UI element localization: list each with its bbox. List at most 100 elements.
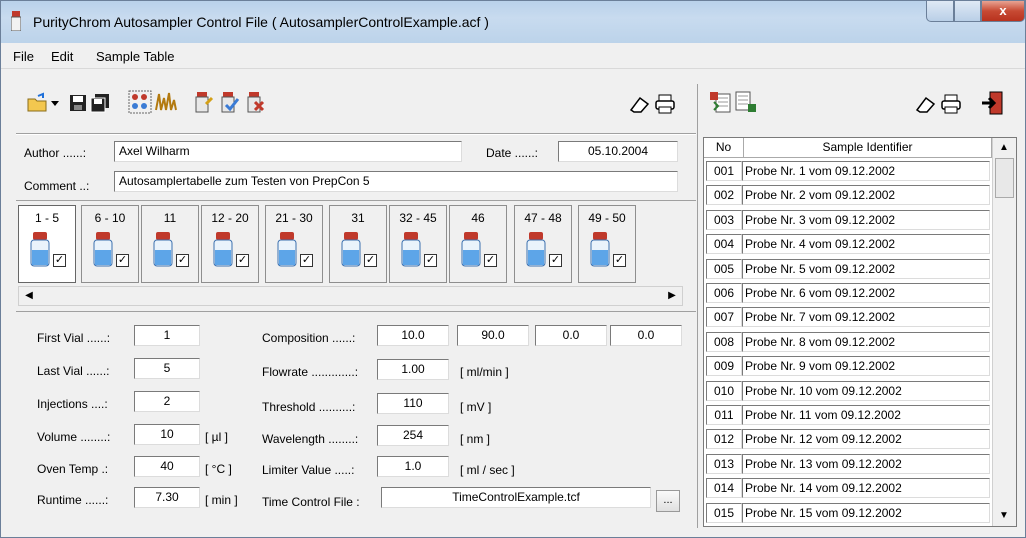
column-header-no[interactable]: No [704,138,744,158]
sample-identifier-cell[interactable]: Probe Nr. 11 vom 09.12.2002 [742,405,990,425]
open-folder-icon[interactable] [26,92,48,114]
limiter-field[interactable]: 1.0 [377,456,449,477]
row-number-cell[interactable]: 003 [706,209,742,230]
table-row[interactable]: 005 Probe Nr. 5 vom 09.12.2002 [704,257,992,281]
vial-tab[interactable]: 12 - 20 ✓ [201,205,259,283]
row-number-cell[interactable]: 004 [706,234,742,255]
table-row[interactable]: 008 Probe Nr. 8 vom 09.12.2002 [704,330,992,354]
time-control-file-field[interactable]: TimeControlExample.tcf [381,487,651,508]
param-field[interactable]: 1 [134,325,200,346]
scroll-thumb[interactable] [995,158,1014,198]
table-row[interactable]: 013 Probe Nr. 13 vom 09.12.2002 [704,452,992,476]
table-row[interactable]: 003 Probe Nr. 3 vom 09.12.2002 [704,208,992,232]
sample-identifier-cell[interactable]: Probe Nr. 14 vom 09.12.2002 [742,478,990,499]
sample-identifier-cell[interactable]: Probe Nr. 4 vom 09.12.2002 [742,234,990,255]
chromatogram-icon[interactable] [154,90,178,114]
table-row[interactable]: 014 Probe Nr. 14 vom 09.12.2002 [704,476,992,500]
minimize-button[interactable] [926,1,954,22]
vial-checkbox[interactable]: ✓ [300,254,313,267]
sample-identifier-cell[interactable]: Probe Nr. 9 vom 09.12.2002 [742,356,990,377]
composition-d-field[interactable]: 0.0 [610,325,682,346]
vial-checkbox[interactable]: ✓ [116,254,129,267]
save-all-icon[interactable] [88,92,112,114]
row-number-cell[interactable]: 014 [706,478,742,499]
table-row[interactable]: 012 Probe Nr. 12 vom 09.12.2002 [704,427,992,451]
close-button[interactable]: x [981,1,1025,22]
vial-checkbox[interactable]: ✓ [364,254,377,267]
printer-icon[interactable] [654,93,676,115]
vial-rack-icon[interactable] [128,90,152,114]
row-number-cell[interactable]: 015 [706,502,742,523]
date-field[interactable]: 05.10.2004 [558,141,678,162]
row-number-cell[interactable]: 007 [706,307,742,328]
delete-sample-icon[interactable] [244,90,266,114]
new-sample-icon[interactable] [192,90,214,114]
scroll-right-icon[interactable]: ▶ [664,288,680,304]
vial-checkbox[interactable]: ✓ [549,254,562,267]
composition-c-field[interactable]: 0.0 [535,325,607,346]
scroll-up-icon[interactable]: ▲ [996,140,1012,156]
vial-tab[interactable]: 1 - 5 ✓ [18,205,76,283]
table-row[interactable]: 001 Probe Nr. 1 vom 09.12.2002 [704,159,992,183]
vial-checkbox[interactable]: ✓ [53,254,66,267]
table-row[interactable]: 010 Probe Nr. 10 vom 09.12.2002 [704,379,992,403]
vial-tab[interactable]: 31 ✓ [329,205,387,283]
sample-identifier-cell[interactable]: Probe Nr. 15 vom 09.12.2002 [742,502,990,523]
table-printer-icon[interactable] [940,93,962,115]
param-field[interactable]: 2 [134,391,200,412]
row-number-cell[interactable]: 006 [706,283,742,303]
scroll-down-icon[interactable]: ▼ [996,508,1012,524]
dropdown-arrow-icon[interactable] [50,98,60,108]
import-table-icon[interactable] [708,90,732,114]
vial-checkbox[interactable]: ✓ [484,254,497,267]
vial-checkbox[interactable]: ✓ [236,254,249,267]
vial-tab[interactable]: 6 - 10 ✓ [81,205,139,283]
sample-table-scrollbar[interactable]: ▲ ▼ [992,138,1016,526]
param-field[interactable]: 5 [134,358,200,379]
row-number-cell[interactable]: 005 [706,258,742,279]
scroll-left-icon[interactable]: ◀ [21,288,37,304]
threshold-field[interactable]: 110 [377,393,449,414]
vial-tab[interactable]: 32 - 45 ✓ [389,205,447,283]
sample-identifier-cell[interactable]: Probe Nr. 10 vom 09.12.2002 [742,380,990,401]
sample-identifier-cell[interactable]: Probe Nr. 1 vom 09.12.2002 [742,161,990,181]
composition-a-field[interactable]: 10.0 [377,325,449,346]
table-row[interactable]: 006 Probe Nr. 6 vom 09.12.2002 [704,281,992,305]
table-eraser-icon[interactable] [914,94,936,114]
sample-identifier-cell[interactable]: Probe Nr. 5 vom 09.12.2002 [742,258,990,279]
table-row[interactable]: 015 Probe Nr. 15 vom 09.12.2002 [704,501,992,525]
row-number-cell[interactable]: 001 [706,161,742,181]
param-field[interactable]: 40 [134,456,200,477]
sample-identifier-cell[interactable]: Probe Nr. 6 vom 09.12.2002 [742,283,990,303]
row-number-cell[interactable]: 011 [706,405,742,425]
column-header-sample-identifier[interactable]: Sample Identifier [744,138,992,158]
save-icon[interactable] [67,92,89,114]
vial-tab[interactable]: 11 ✓ [141,205,199,283]
param-field[interactable]: 7.30 [134,487,200,508]
row-number-cell[interactable]: 013 [706,453,742,474]
author-field[interactable]: Axel Wilharm [114,141,462,162]
sample-identifier-cell[interactable]: Probe Nr. 12 vom 09.12.2002 [742,429,990,450]
check-sample-icon[interactable] [218,90,240,114]
composition-b-field[interactable]: 90.0 [457,325,529,346]
param-field[interactable]: 10 [134,424,200,445]
row-number-cell[interactable]: 008 [706,331,742,352]
menu-file[interactable]: File [13,49,34,64]
vial-checkbox[interactable]: ✓ [613,254,626,267]
vial-checkbox[interactable]: ✓ [424,254,437,267]
sample-identifier-cell[interactable]: Probe Nr. 7 vom 09.12.2002 [742,307,990,328]
vial-tab[interactable]: 49 - 50 ✓ [578,205,636,283]
menu-sample-table[interactable]: Sample Table [96,49,175,64]
wavelength-field[interactable]: 254 [377,425,449,446]
vial-tab[interactable]: 21 - 30 ✓ [265,205,323,283]
row-number-cell[interactable]: 002 [706,185,742,206]
vial-tab[interactable]: 46 ✓ [449,205,507,283]
row-number-cell[interactable]: 012 [706,429,742,450]
vial-tabs-scrollbar[interactable]: ◀ ▶ [18,286,683,306]
maximize-button[interactable] [954,1,981,22]
comment-field[interactable]: Autosamplertabelle zum Testen von PrepCo… [114,171,678,192]
table-row[interactable]: 002 Probe Nr. 2 vom 09.12.2002 [704,183,992,207]
menu-edit[interactable]: Edit [51,49,73,64]
export-table-icon[interactable] [734,90,758,114]
eraser-icon[interactable] [628,94,650,114]
